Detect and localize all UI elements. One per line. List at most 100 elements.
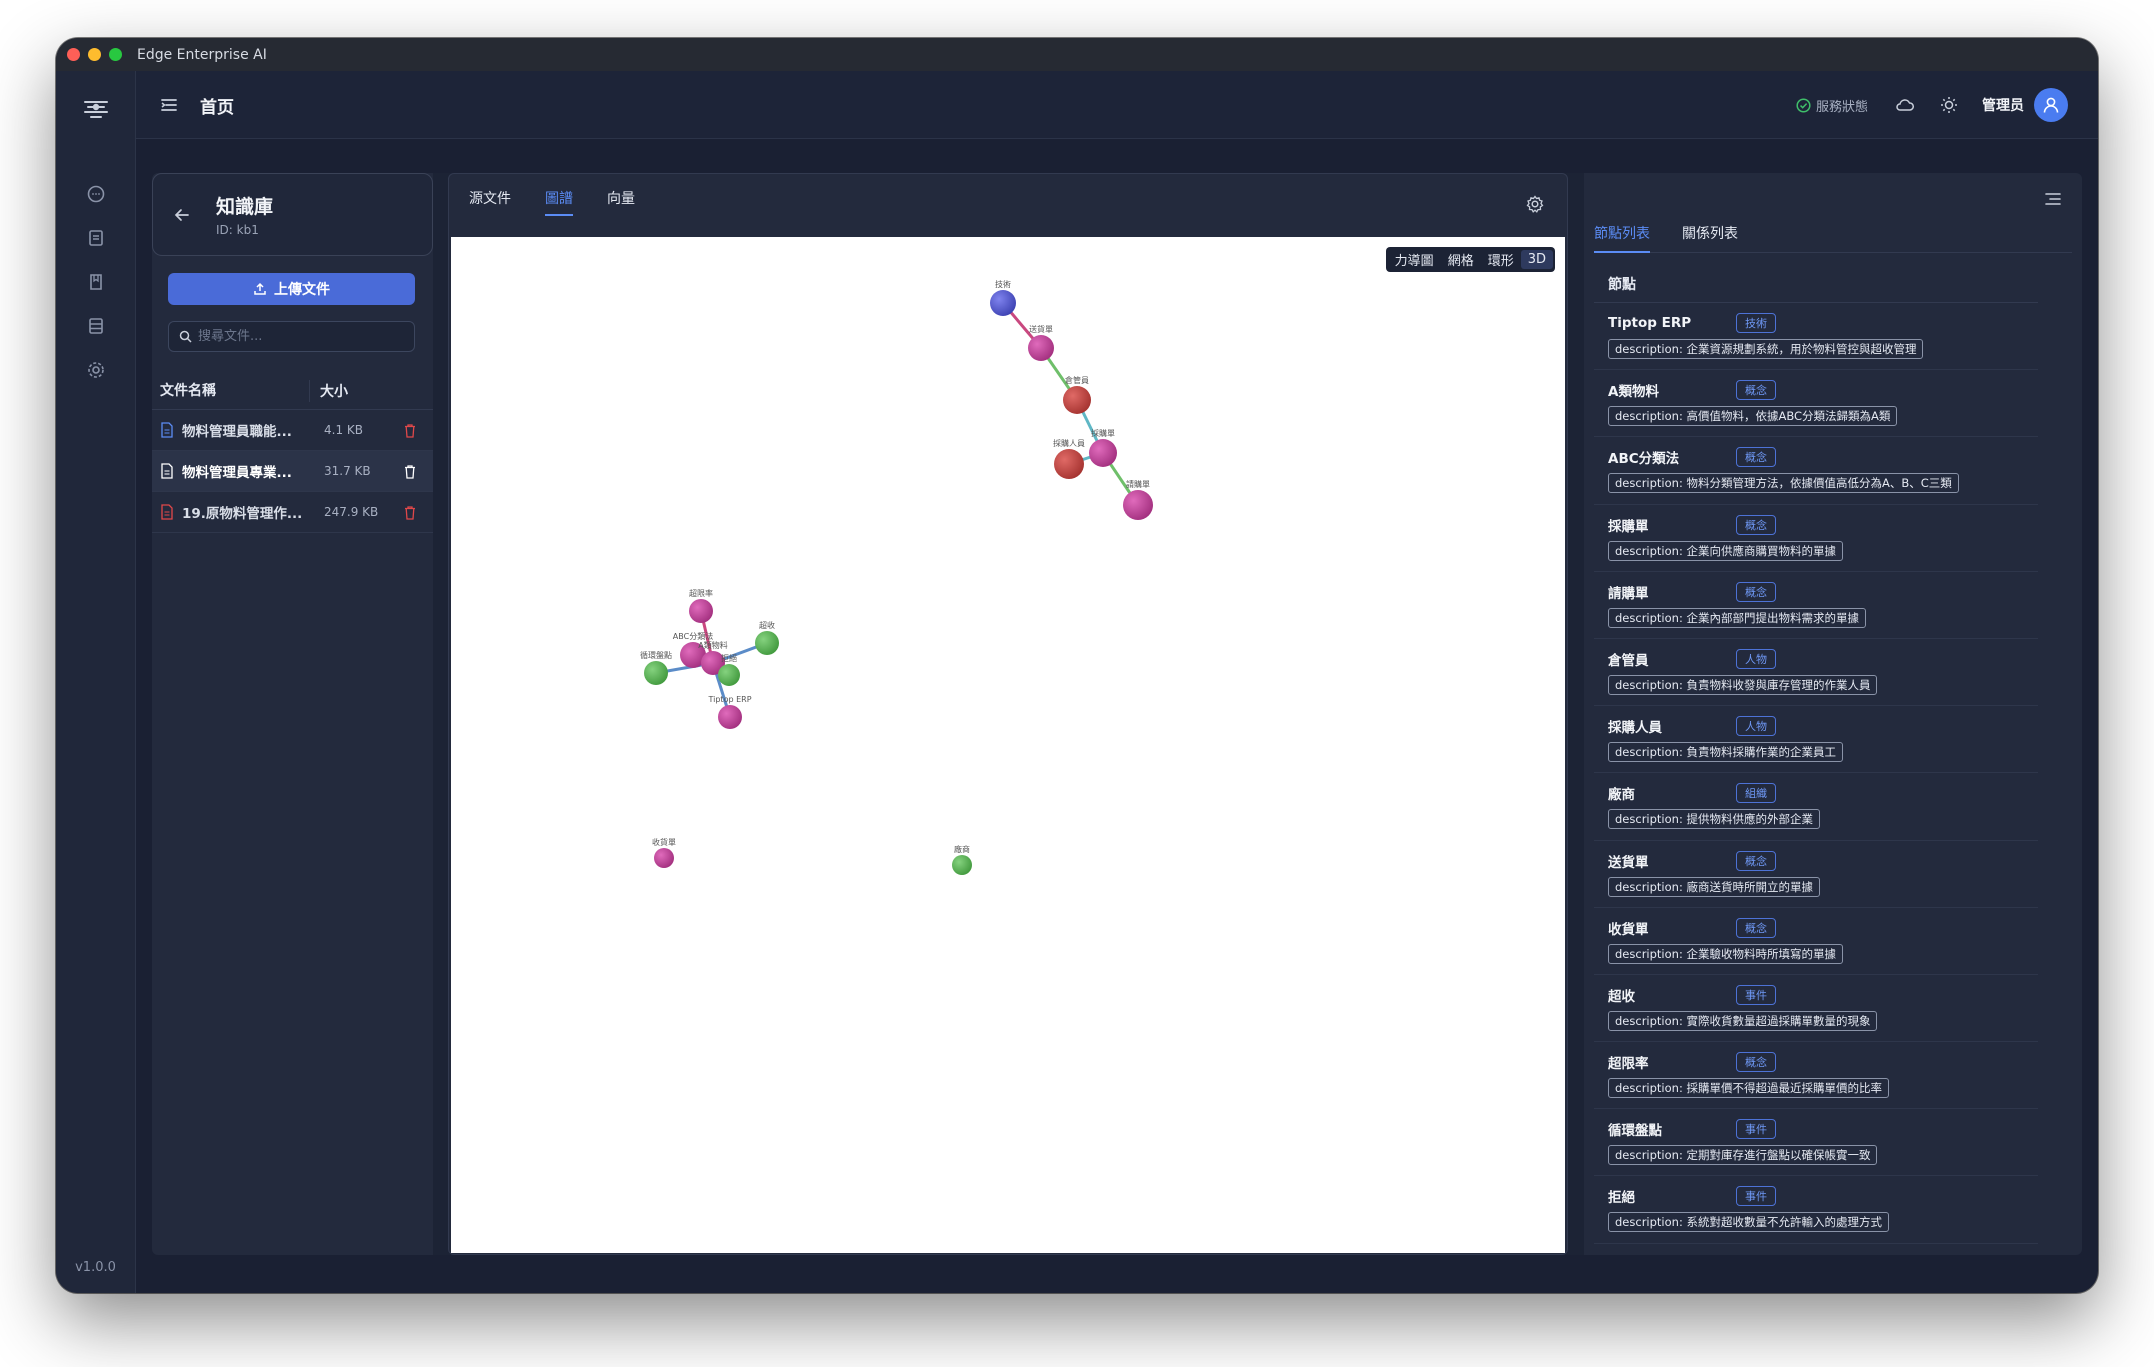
logo-icon	[84, 101, 108, 118]
graph-node-sphere[interactable]	[952, 855, 972, 875]
node-type-tag[interactable]: 概念	[1736, 1052, 1776, 1073]
breadcrumb-home[interactable]: 首页	[200, 93, 234, 118]
node-list-item[interactable]: 採購單 概念 description: 企業向供應商購買物料的單據	[1594, 505, 2038, 572]
graph-node-sphere[interactable]	[1054, 449, 1084, 479]
node-type-tag[interactable]: 概念	[1736, 380, 1776, 401]
node-list-item[interactable]: 請購單 概念 description: 企業內部部門提出物料需求的單據	[1594, 572, 2038, 639]
user-name[interactable]: 管理员	[1982, 95, 2024, 115]
node-type-tag[interactable]: 事件	[1736, 1119, 1776, 1140]
chat-icon[interactable]	[85, 183, 107, 205]
node-list-item[interactable]: 收貨單 概念 description: 企業驗收物料時所填寫的單據	[1594, 908, 2038, 975]
graph-node-sphere[interactable]	[1089, 439, 1117, 467]
graph-node-sphere[interactable]	[1123, 490, 1153, 520]
layout-3d[interactable]: 3D	[1520, 250, 1553, 269]
maximize-window-button[interactable]	[109, 48, 122, 61]
graph-node[interactable]: Tiptop ERP	[707, 695, 752, 729]
layout-grid[interactable]: 網格	[1441, 248, 1481, 271]
cloud-icon[interactable]	[1894, 94, 1916, 116]
node-list-item[interactable]: 循環盤點 事件 description: 定期對庫存進行盤點以確保帳實一致	[1594, 1109, 2038, 1177]
back-arrow-icon[interactable]	[173, 206, 191, 224]
col-file-size[interactable]: 大小	[310, 381, 348, 401]
service-status[interactable]: 服務狀態	[1796, 96, 1868, 115]
col-file-name[interactable]: 文件名稱	[152, 379, 310, 402]
graph-svg[interactable]: 技術送貨單倉管員採購單採購人員請購單超限率 ABC分類法A類物料拒絕 超收循環盤點 T…	[451, 237, 1565, 1253]
graph-node-label: 循環盤點	[640, 650, 672, 660]
tab-relation-list[interactable]: 關係列表	[1682, 223, 1738, 252]
node-list-item[interactable]: 送貨單 概念 description: 廠商送貨時所開立的單據	[1594, 841, 2038, 908]
graph-node[interactable]: 採購人員	[1053, 438, 1085, 479]
node-name: 採購單	[1608, 518, 1649, 535]
node-type-tag[interactable]: 組織	[1736, 783, 1776, 804]
graph-node[interactable]: 超限率	[689, 588, 713, 623]
graph-node[interactable]: 技術	[990, 279, 1016, 316]
graph-node[interactable]: 廠商	[952, 844, 972, 875]
book-icon[interactable]	[85, 271, 107, 293]
sun-icon[interactable]	[1938, 94, 1960, 116]
graph-node-sphere[interactable]	[755, 631, 779, 655]
node-type-tag[interactable]: 事件	[1736, 1186, 1776, 1207]
tab-vector[interactable]: 向量	[607, 188, 635, 216]
menu-toggle-icon[interactable]	[159, 95, 179, 115]
graph-node[interactable]: 倉管員	[1063, 375, 1091, 414]
knowledge-graph-canvas[interactable]: 技術 送貨單 倉管員 採購單 採購人員 請購單 超限率 ABC分類法 A類物料 拒絕 超收 循環盤點 T…	[451, 237, 1565, 1253]
node-description: description: 物料分類管理方法，依據價值高低分為A、B、C三類	[1608, 473, 1959, 494]
node-list-item[interactable]: ABC分類法 概念 description: 物料分類管理方法，依據價值高低分為A、…	[1594, 437, 2038, 505]
node-type-tag[interactable]: 概念	[1736, 850, 1776, 871]
graph-node[interactable]: 採購單	[1089, 428, 1117, 467]
trash-icon[interactable]	[403, 423, 417, 438]
settings-icon[interactable]	[85, 359, 107, 381]
node-list-item[interactable]: Tiptop ERP 技術 description: 企業資源規劃系統，用於物料管控…	[1594, 303, 2038, 371]
user-avatar[interactable]	[2034, 88, 2068, 122]
list-toggle-icon[interactable]	[2044, 191, 2062, 207]
graph-node[interactable]: 拒絕	[718, 653, 740, 686]
file-row[interactable]: 19.原物料管理作... 247.9 KB	[152, 492, 433, 533]
node-list-item[interactable]: 採購人員 人物 description: 負責物料採購作業的企業員工	[1594, 706, 2038, 774]
graph-node[interactable]: 超收	[755, 620, 779, 655]
document-icon[interactable]	[85, 227, 107, 249]
node-type-tag[interactable]: 概念	[1736, 917, 1776, 938]
trash-icon[interactable]	[403, 464, 417, 479]
graph-node[interactable]: 循環盤點	[640, 650, 672, 685]
node-list-item[interactable]: A類物料 概念 description: 高價值物料，依據ABC分類法歸類為A類	[1594, 370, 2038, 438]
node-type-tag[interactable]: 概念	[1736, 514, 1776, 535]
graph-node[interactable]: 收貨單	[652, 837, 676, 868]
graph-settings-icon[interactable]	[1525, 194, 1545, 214]
graph-node[interactable]: 送貨單	[1028, 324, 1054, 361]
database-icon[interactable]	[85, 315, 107, 337]
node-type-tag[interactable]: 人物	[1736, 716, 1776, 737]
graph-node-sphere[interactable]	[718, 664, 740, 686]
trash-icon[interactable]	[403, 505, 417, 520]
node-type-tag[interactable]: 人物	[1736, 648, 1776, 669]
graph-node[interactable]: 請購單	[1123, 479, 1153, 520]
tab-graph[interactable]: 圖譜	[545, 188, 573, 216]
graph-node-sphere[interactable]	[718, 705, 742, 729]
node-type-tag[interactable]: 事件	[1736, 984, 1776, 1005]
node-name: 廠商	[1608, 787, 1635, 804]
node-list-item[interactable]: 廠商 組織 description: 提供物料供應的外部企業	[1594, 773, 2038, 841]
node-list-item[interactable]: 超收 事件 description: 實際收貨數量超過採購單數量的現象	[1594, 975, 2038, 1043]
graph-node-sphere[interactable]	[990, 290, 1016, 316]
minimize-window-button[interactable]	[88, 48, 101, 61]
tab-node-list[interactable]: 節點列表	[1594, 223, 1650, 253]
node-list-item[interactable]: 倉管員 人物 description: 負責物料收發與庫存管理的作業人員	[1594, 639, 2038, 707]
node-list-item[interactable]: 拒絕 事件 description: 系統對超收數量不允許輸入的處理方式	[1594, 1176, 2038, 1244]
file-search-input[interactable]	[198, 329, 408, 344]
node-type-tag[interactable]: 概念	[1736, 581, 1776, 602]
node-description: description: 廠商送貨時所開立的單據	[1608, 876, 1820, 897]
node-type-tag[interactable]: 技術	[1736, 313, 1776, 333]
close-window-button[interactable]	[67, 48, 80, 61]
node-list-item[interactable]: 超限率 概念 description: 採購單價不得超過最近採購單價的比率	[1594, 1042, 2038, 1110]
graph-node-sphere[interactable]	[1028, 335, 1054, 361]
graph-node-label: 請購單	[1126, 479, 1150, 489]
graph-node-sphere[interactable]	[644, 661, 668, 685]
graph-node-sphere[interactable]	[689, 599, 713, 623]
file-row[interactable]: 物料管理員職能... 4.1 KB	[152, 410, 433, 451]
graph-node-sphere[interactable]	[1063, 386, 1091, 414]
layout-force[interactable]: 力導圖	[1388, 248, 1441, 271]
layout-circular[interactable]: 環形	[1481, 248, 1521, 271]
upload-file-button[interactable]: 上傳文件	[168, 273, 415, 305]
tab-source[interactable]: 源文件	[469, 188, 511, 216]
file-row-selected[interactable]: 物料管理員專業... 31.7 KB	[152, 451, 433, 492]
node-type-tag[interactable]: 概念	[1736, 447, 1776, 468]
graph-node-sphere[interactable]	[654, 848, 674, 868]
